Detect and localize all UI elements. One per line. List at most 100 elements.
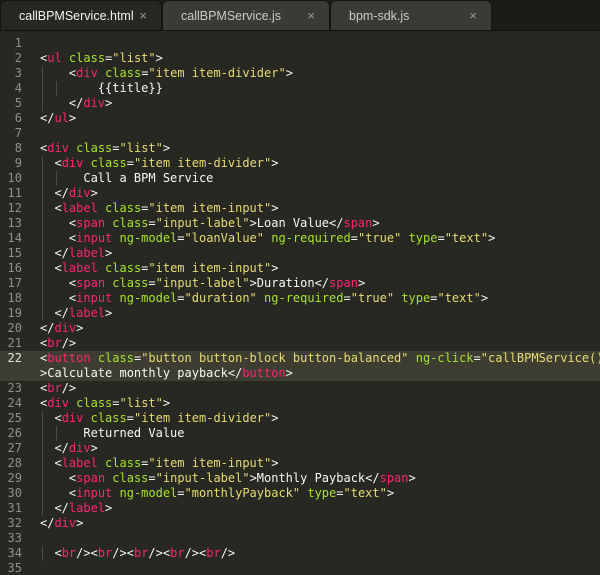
code-token: /> — [61, 336, 77, 350]
code-token: > — [162, 141, 171, 155]
code-token: < — [54, 156, 62, 170]
code-token: </ — [68, 96, 84, 110]
code-line[interactable]: <input ng-model="duration" ng-required="… — [40, 291, 488, 306]
tab-callbpmservice-js[interactable]: callBPMService.js × — [162, 0, 330, 30]
code-line[interactable]: </div> — [40, 186, 98, 201]
close-icon[interactable]: × — [139, 8, 147, 23]
code-line[interactable]: <br/> — [40, 381, 76, 396]
indentation — [40, 216, 69, 230]
code-line[interactable]: <div class="list"> — [40, 141, 170, 156]
line-number: 3 — [14, 66, 22, 80]
code-token: > — [285, 366, 293, 380]
line-number: 15 — [7, 246, 22, 260]
code-token: ng-required — [271, 231, 351, 245]
code-token: br — [47, 381, 62, 395]
code-token: ng-model — [119, 486, 178, 500]
code-token: = — [336, 486, 344, 500]
indent-guide — [42, 456, 43, 471]
code-token: span — [329, 276, 358, 290]
code-token: class — [97, 351, 134, 365]
code-token: > — [105, 501, 113, 515]
line-number: 13 — [7, 216, 22, 230]
line-number-gutter: 1 2 3 4 5 6 7 8 9 10 11 12 13 14 15 16 17 18 19 20 21 22 23 24 2… — [0, 31, 36, 575]
line-number: 16 — [7, 261, 22, 275]
code-line[interactable]: <span class="input-label">Loan Value</sp… — [40, 216, 380, 231]
code-line[interactable]: Call a BPM Service — [40, 171, 213, 186]
code-token: ul — [47, 51, 62, 65]
code-token: > — [105, 246, 113, 260]
code-line[interactable]: <span class="input-label">Duration</span… — [40, 276, 365, 291]
code-token: >Monthly Payback</ — [249, 471, 380, 485]
code-token: input — [76, 291, 113, 305]
indent-guide — [42, 171, 43, 186]
code-line[interactable]: </div> — [40, 96, 112, 111]
code-line[interactable]: </label> — [40, 306, 112, 321]
tab-label: callBPMService.js — [181, 9, 282, 23]
code-line[interactable]: {{title}} — [40, 81, 163, 96]
code-token: > — [271, 456, 279, 470]
code-line[interactable]: <ul class="list"> — [40, 51, 163, 66]
code-line[interactable]: </label> — [40, 501, 112, 516]
code-token: = — [148, 471, 156, 485]
code-token: "item item-input" — [148, 456, 272, 470]
code-editor[interactable]: 1 2 3 4 5 6 7 8 9 10 11 12 13 14 15 16 17 18 19 20 21 22 23 24 2… — [0, 31, 600, 575]
code-token: = — [126, 411, 134, 425]
code-token: "item item-divider" — [133, 156, 272, 170]
code-line[interactable]: <button class="button button-block butto… — [40, 351, 600, 366]
code-line[interactable]: <label class="item item-input"> — [40, 261, 278, 276]
line-number: 5 — [14, 96, 22, 110]
code-line[interactable]: <input ng-model="loanValue" ng-required=… — [40, 231, 495, 246]
code-token: > — [105, 96, 113, 110]
code-token: > — [155, 51, 163, 65]
code-line[interactable]: <span class="input-label">Monthly Paybac… — [40, 471, 416, 486]
code-line[interactable]: </div> — [40, 516, 83, 531]
tab-bpm-sdk-js[interactable]: bpm-sdk.js × — [330, 0, 492, 30]
code-line[interactable]: </div> — [40, 321, 83, 336]
code-token: br — [97, 546, 113, 560]
code-line[interactable]: <div class="list"> — [40, 396, 170, 411]
code-line[interactable]: </label> — [40, 246, 112, 261]
code-token: </ — [54, 186, 69, 200]
code-token: div — [61, 411, 84, 425]
code-token: > — [271, 411, 279, 425]
code-line[interactable]: <div class="item item-divider"> — [40, 411, 278, 426]
code-token: /> — [220, 546, 236, 560]
code-token: span — [379, 471, 409, 485]
line-number: 17 — [7, 276, 22, 290]
code-token: = — [350, 231, 358, 245]
code-line[interactable]: </ul> — [40, 111, 76, 126]
code-token: span — [343, 216, 373, 230]
indent-guide — [42, 306, 43, 321]
indent-guide — [42, 231, 43, 246]
tab-bar: callBPMService.html × callBPMService.js … — [0, 0, 600, 31]
code-token: </ — [40, 111, 55, 125]
close-icon[interactable]: × — [469, 8, 477, 23]
code-token: = — [126, 156, 134, 170]
code-token: div — [83, 96, 106, 110]
tab-callbpmservice-html[interactable]: callBPMService.html × — [0, 0, 162, 30]
code-token: div — [47, 396, 69, 410]
code-line[interactable]: >Calculate monthly payback</button> — [40, 366, 293, 381]
code-line[interactable]: <br/> — [40, 336, 76, 351]
code-line[interactable]: <label class="item item-input"> — [40, 456, 278, 471]
code-line[interactable]: Returned Value — [40, 426, 185, 441]
code-line[interactable]: <br/><br/><br/><br/><br/> — [40, 546, 235, 561]
code-line[interactable]: <div class="item item-divider"> — [40, 156, 278, 171]
line-number: 22 — [7, 351, 22, 365]
close-icon[interactable]: × — [307, 8, 315, 23]
code-line[interactable]: </div> — [40, 441, 98, 456]
code-token: </ — [40, 321, 55, 335]
code-token: /> — [61, 381, 77, 395]
line-number: 6 — [14, 111, 22, 125]
code-line[interactable]: <div class="item item-divider"> — [40, 66, 293, 81]
code-token: "list" — [119, 396, 163, 410]
code-line[interactable]: <label class="item item-input"> — [40, 201, 278, 216]
code-token: > — [357, 276, 366, 290]
indent-guide — [42, 426, 43, 441]
code-token: > — [271, 156, 279, 170]
code-line[interactable]: <input ng-model="monthlyPayback" type="t… — [40, 486, 394, 501]
code-token: div — [68, 186, 91, 200]
code-token: br — [133, 546, 149, 560]
